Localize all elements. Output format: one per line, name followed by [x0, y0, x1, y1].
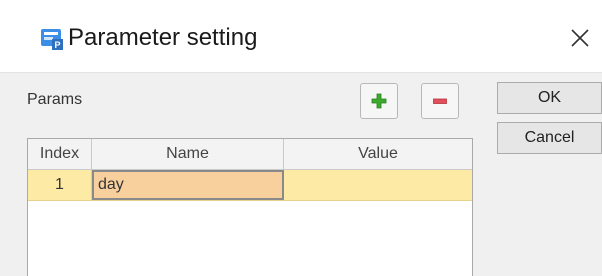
svg-text:P: P [54, 40, 60, 50]
cell-index[interactable]: 1 [28, 170, 92, 200]
title-bar: P Parameter setting [0, 0, 602, 73]
params-table[interactable]: Index Name Value 1 day [27, 138, 473, 276]
minus-icon [433, 98, 447, 104]
parameter-app-icon: P [40, 27, 64, 51]
add-param-button[interactable] [360, 83, 398, 119]
plus-icon [371, 93, 387, 109]
close-icon [571, 29, 589, 47]
cell-value[interactable] [284, 170, 472, 200]
ok-button[interactable]: OK [497, 82, 602, 114]
cancel-button[interactable]: Cancel [497, 122, 602, 154]
column-header-value[interactable]: Value [284, 139, 472, 169]
remove-param-button[interactable] [421, 83, 459, 119]
column-header-name[interactable]: Name [92, 139, 284, 169]
table-header: Index Name Value [28, 139, 472, 170]
table-row[interactable]: 1 day [28, 170, 472, 201]
cell-name[interactable]: day [92, 170, 284, 200]
column-header-index[interactable]: Index [28, 139, 92, 169]
window-title: Parameter setting [68, 24, 258, 51]
params-label: Params [27, 91, 83, 108]
close-button[interactable] [560, 18, 600, 58]
